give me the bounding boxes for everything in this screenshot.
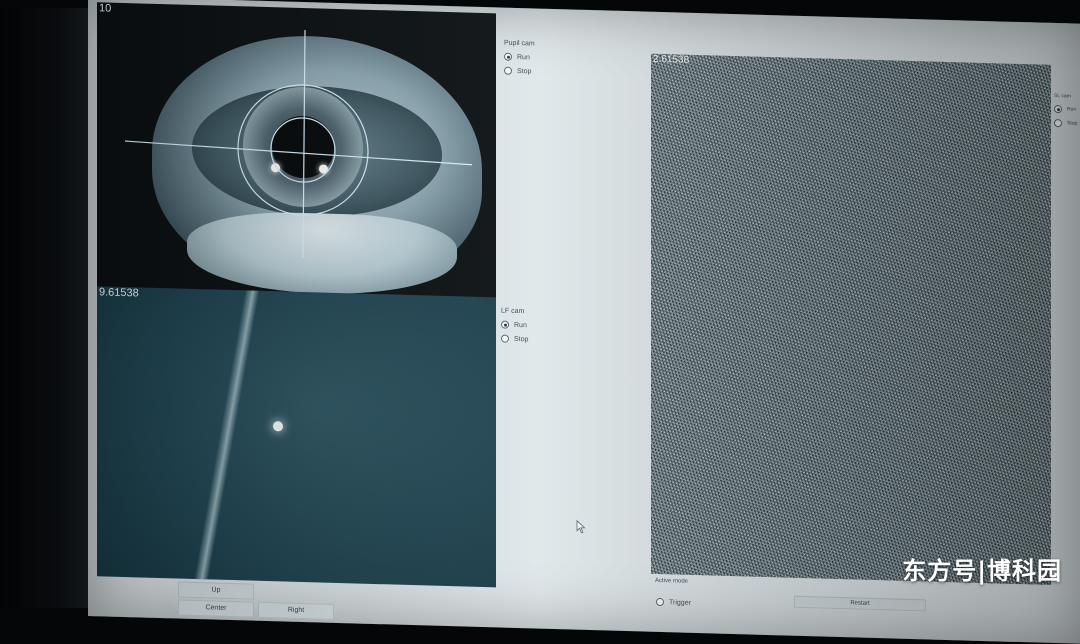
radio-button[interactable]: [1054, 119, 1062, 127]
fiber-streak: [190, 286, 261, 587]
lf-cam-fps: 9.61538: [99, 286, 139, 299]
pupil-cam-view: 10: [97, 2, 496, 300]
trigger-label: Trigger: [669, 599, 691, 607]
stop-label: Stop: [517, 67, 531, 74]
restart-button[interactable]: Restart: [794, 596, 926, 612]
sl-cam-title: SL cam: [1054, 93, 1077, 100]
tracking-overlay: [97, 2, 496, 300]
lf-cam-run-option[interactable]: Run: [501, 321, 528, 330]
lf-cam-title: LF cam: [501, 308, 528, 316]
radio-button[interactable]: [504, 53, 512, 61]
radio-button[interactable]: [501, 335, 509, 343]
crosshair-horizontal: [125, 141, 472, 165]
stop-label: Stop: [1067, 120, 1077, 126]
crosshair-vertical: [303, 30, 305, 258]
lf-cam-stop-option[interactable]: Stop: [501, 335, 528, 344]
pupil-cam-run-option[interactable]: Run: [504, 53, 535, 62]
run-label: Run: [1067, 106, 1076, 112]
pupil-cam-fps: 10: [99, 2, 111, 14]
mouse-cursor-icon: [576, 520, 586, 534]
radio-button[interactable]: [501, 321, 509, 329]
noise-pattern-view: 2.61538: [651, 54, 1051, 585]
run-label: Run: [517, 53, 530, 60]
noise-view-fps: 2.61538: [653, 54, 689, 66]
center-button[interactable]: Center: [178, 600, 254, 618]
up-button[interactable]: Up: [178, 582, 254, 600]
pupil-cam-title: Pupil cam: [504, 40, 535, 48]
sl-cam-run-option[interactable]: Run: [1054, 105, 1077, 114]
stop-label: Stop: [514, 335, 528, 342]
lf-cam-controls: LF cam Run Stop: [501, 308, 528, 350]
trigger-option[interactable]: Trigger: [656, 598, 691, 607]
right-button[interactable]: Right: [258, 602, 334, 620]
sl-cam-controls: SL cam Run Stop: [1054, 93, 1077, 134]
sl-cam-stop-option[interactable]: Stop: [1054, 119, 1077, 128]
application-window: 10 Pupil cam Run Stop 9.61538 LF cam Run…: [88, 0, 1080, 644]
lf-cam-view: 9.61538: [97, 286, 496, 587]
pupil-tracking-circle: [271, 117, 335, 183]
pupil-cam-stop-option[interactable]: Stop: [504, 67, 535, 76]
active-mode-label: Active mode: [655, 578, 688, 585]
monitor-bezel: [0, 0, 92, 608]
watermark: 东方号|博科园: [902, 551, 1062, 586]
pupil-cam-controls: Pupil cam Run Stop: [504, 40, 535, 82]
trigger-control: Trigger: [656, 598, 691, 613]
radio-button[interactable]: [504, 67, 512, 75]
radio-button[interactable]: [656, 598, 664, 606]
radio-button[interactable]: [1054, 105, 1062, 113]
run-label: Run: [514, 321, 527, 328]
light-spot: [273, 421, 283, 431]
